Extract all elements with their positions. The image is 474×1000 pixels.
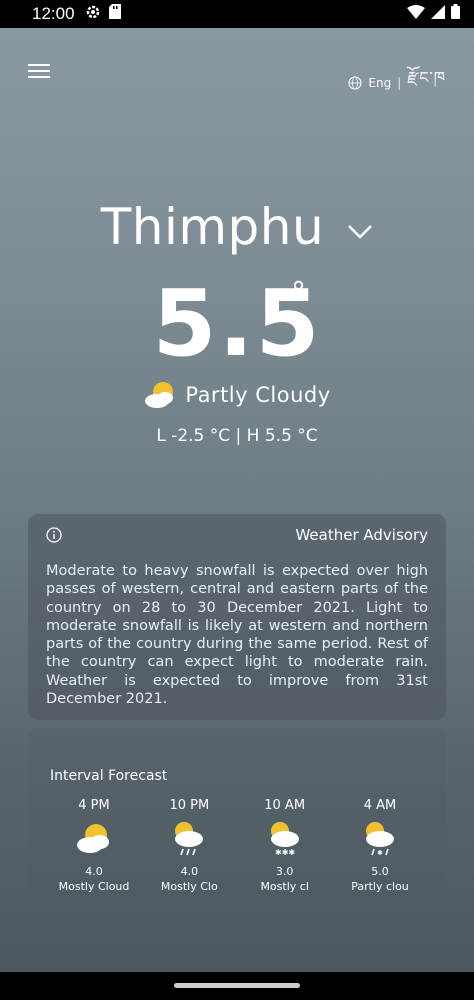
interval-forecast-card: Interval Forecast 4 PM 4.0 Mostly Cloud … [28,728,446,944]
city-name[interactable]: Thimphu [101,198,324,256]
svg-text:✱✱✱: ✱✱✱ [275,848,295,857]
forecast-item[interactable]: 4 PM 4.0 Mostly Cloud [50,798,138,893]
forecast-list[interactable]: 4 PM 4.0 Mostly Cloud 10 PM 4.0 Mostly C… [50,798,424,893]
advisory-body: Moderate to heavy snowfall is expected o… [46,563,428,708]
forecast-item[interactable]: 4 AM ✱ 5.0 Partly clou [336,798,424,893]
navigation-bar [0,972,474,1000]
status-bar: 12:00 [0,0,474,28]
signal-icon [431,4,445,24]
partly-cloudy-icon [77,824,109,853]
svg-text:✱: ✱ [377,849,383,857]
forecast-description: Mostly Clo [160,880,218,893]
rain-cloud-icon [175,822,204,856]
language-dzongkha[interactable]: རྫོང་ཁ [407,60,446,105]
current-condition: Partly Cloudy [0,380,474,410]
status-time: 12:00 [32,4,75,23]
current-temperature: 5.5 ° [0,270,474,377]
menu-icon[interactable] [28,60,50,80]
forecast-time: 4 PM [78,798,110,813]
forecast-temperature: 5.0 [371,865,389,878]
sd-card-icon [108,4,121,24]
chevron-down-icon[interactable] [347,224,373,244]
battery-icon [451,4,460,24]
info-icon[interactable] [46,527,62,543]
forecast-temperature: 3.0 [275,865,294,878]
language-switcher[interactable]: Eng | རྫོང་ཁ [348,60,446,105]
wifi-icon [407,4,425,24]
language-english[interactable]: Eng [368,76,391,90]
language-separator: | [397,75,402,90]
degree-symbol: ° [291,276,306,311]
top-app-bar: Eng | རྫོང་ཁ [0,58,474,90]
snow-cloud-icon: ✱✱✱ [270,822,299,857]
advisory-title: Weather Advisory [295,526,428,544]
forecast-time: 10 AM [264,798,306,813]
forecast-item[interactable]: 10 PM 4.0 Mostly Clo [145,798,233,893]
forecast-time: 4 AM [363,798,397,813]
settings-gear-icon [85,4,101,25]
globe-icon [348,76,362,89]
forecast-description: Mostly cl [260,880,309,893]
forecast-description: Mostly Cloud [58,880,130,893]
home-gesture-handle[interactable] [174,983,300,988]
weather-advisory-card: Weather Advisory Moderate to heavy snowf… [28,514,446,720]
forecast-time: 10 PM [169,798,210,813]
forecast-temperature: 4.0 [180,865,199,878]
low-high-temperature: L -2.5 °C | H 5.5 °C [156,426,318,446]
partly-cloudy-icon [145,382,174,408]
city-selector[interactable]: Thimphu [0,198,474,256]
forecast-description: Partly clou [351,880,409,893]
forecast-title: Interval Forecast [50,768,168,784]
forecast-item[interactable]: 10 AM ✱✱✱ 3.0 Mostly cl [241,798,329,893]
condition-text: Partly Cloudy [185,383,331,407]
forecast-temperature: 4.0 [85,865,103,878]
snow-rain-cloud-icon: ✱ [365,822,394,857]
